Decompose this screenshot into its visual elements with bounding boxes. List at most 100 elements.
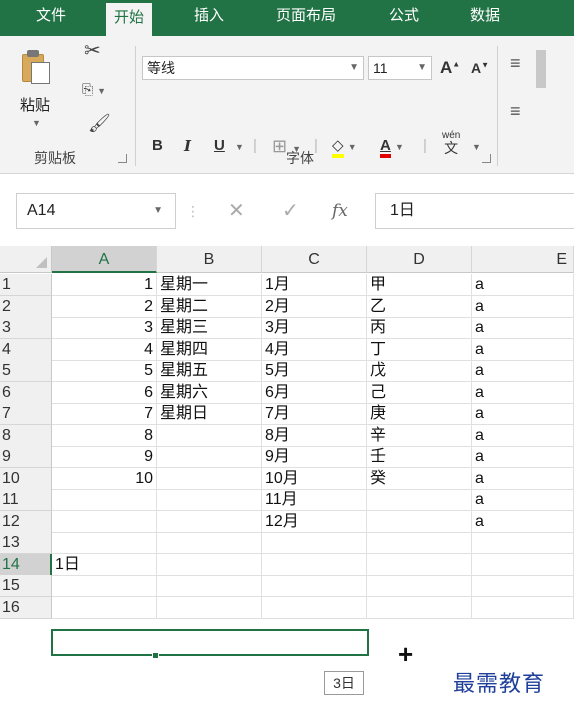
format-painter-icon[interactable]: 🖌 <box>88 114 111 132</box>
row-header[interactable]: 10 <box>0 467 52 490</box>
cell-d5[interactable]: 戊 <box>367 360 472 382</box>
cell-a3[interactable]: 3 <box>52 317 157 339</box>
select-all-corner[interactable] <box>0 246 52 273</box>
cell-b4[interactable]: 星期四 <box>157 338 262 361</box>
phonetic-dropdown-icon[interactable]: ▼ <box>472 136 481 157</box>
cell-a13[interactable] <box>52 532 157 554</box>
cell-c3[interactable]: 3月 <box>262 317 367 339</box>
italic-button[interactable]: I <box>184 136 191 156</box>
cell-c15[interactable] <box>262 575 367 597</box>
cell-d11[interactable] <box>367 489 472 511</box>
cell-d2[interactable]: 乙 <box>367 295 472 318</box>
cell-c12[interactable]: 12月 <box>262 510 367 533</box>
cell-b12[interactable] <box>157 510 262 533</box>
cell-e16[interactable] <box>472 596 574 619</box>
cell-e3[interactable]: a <box>472 317 574 339</box>
grow-font-button[interactable]: A▲ <box>440 58 460 78</box>
cell-b16[interactable] <box>157 596 262 619</box>
cell-c8[interactable]: 8月 <box>262 424 367 447</box>
formula-input[interactable]: 1日 <box>375 193 574 229</box>
cell-c13[interactable] <box>262 532 367 554</box>
cell-e11[interactable]: a <box>472 489 574 511</box>
cell-d7[interactable]: 庚 <box>367 403 472 425</box>
paste-icon[interactable] <box>22 48 50 84</box>
cell-b2[interactable]: 星期二 <box>157 295 262 318</box>
cell-b3[interactable]: 星期三 <box>157 317 262 339</box>
cell-e7[interactable]: a <box>472 403 574 425</box>
column-header-c[interactable]: C <box>262 246 367 273</box>
cell-e2[interactable]: a <box>472 295 574 318</box>
cell-b7[interactable]: 星期日 <box>157 403 262 425</box>
font-size-combo[interactable]: 11 ▼ <box>368 56 432 80</box>
row-header[interactable]: 9 <box>0 446 52 468</box>
row-header[interactable]: 15 <box>0 575 52 597</box>
cell-a6[interactable]: 6 <box>52 381 157 404</box>
column-header-b[interactable]: B <box>157 246 262 273</box>
cell-d15[interactable] <box>367 575 472 597</box>
cell-c5[interactable]: 5月 <box>262 360 367 382</box>
row-header[interactable]: 7 <box>0 403 52 425</box>
cell-b14[interactable] <box>157 553 262 576</box>
cell-e9[interactable]: a <box>472 446 574 468</box>
cell-d12[interactable] <box>367 510 472 533</box>
cell-c11[interactable]: 11月 <box>262 489 367 511</box>
cell-b1[interactable]: 星期一 <box>157 274 262 296</box>
row-header[interactable]: 2 <box>0 295 52 318</box>
cell-c4[interactable]: 4月 <box>262 338 367 361</box>
row-header[interactable]: 1 <box>0 274 52 296</box>
cell-e1[interactable]: a <box>472 274 574 296</box>
cell-d6[interactable]: 己 <box>367 381 472 404</box>
tab-insert[interactable]: 插入 <box>190 0 228 36</box>
cell-c1[interactable]: 1月 <box>262 274 367 296</box>
cell-b15[interactable] <box>157 575 262 597</box>
cell-d16[interactable] <box>367 596 472 619</box>
insert-function-icon[interactable]: fx <box>332 196 348 226</box>
column-header-d[interactable]: D <box>367 246 472 273</box>
cell-d3[interactable]: 丙 <box>367 317 472 339</box>
font-color-button[interactable]: A ▼ <box>380 136 404 158</box>
paste-dropdown-icon[interactable]: ▼ <box>32 118 41 128</box>
cell-b9[interactable] <box>157 446 262 468</box>
cell-e13[interactable] <box>472 532 574 554</box>
cell-b5[interactable]: 星期五 <box>157 360 262 382</box>
row-header[interactable]: 8 <box>0 424 52 447</box>
tab-file[interactable]: 文件 <box>32 0 70 36</box>
cell-b6[interactable]: 星期六 <box>157 381 262 404</box>
align-left-icon[interactable]: ≡ <box>510 102 521 120</box>
cell-a10[interactable]: 10 <box>52 467 157 490</box>
cell-a14[interactable]: 1日 <box>52 553 157 576</box>
cell-d4[interactable]: 丁 <box>367 338 472 361</box>
cell-b13[interactable] <box>157 532 262 554</box>
phonetic-guide-button[interactable]: wén 文 <box>442 130 460 155</box>
cell-a16[interactable] <box>52 596 157 619</box>
cell-d13[interactable] <box>367 532 472 554</box>
row-header[interactable]: 12 <box>0 510 52 533</box>
cell-e5[interactable]: a <box>472 360 574 382</box>
font-name-combo[interactable]: 等线 ▼ <box>142 56 364 80</box>
cell-a15[interactable] <box>52 575 157 597</box>
cell-d14[interactable] <box>367 553 472 576</box>
cell-a8[interactable]: 8 <box>52 424 157 447</box>
underline-dropdown-icon[interactable]: ▼ <box>235 136 244 157</box>
cell-a5[interactable]: 5 <box>52 360 157 382</box>
enter-icon[interactable]: ✓ <box>282 196 299 226</box>
column-header-e[interactable]: E <box>472 246 574 273</box>
cell-a1[interactable]: 1 <box>52 274 157 296</box>
name-box[interactable]: A14 ▼ <box>16 193 176 229</box>
bold-button[interactable]: B <box>152 136 163 156</box>
cell-e4[interactable]: a <box>472 338 574 361</box>
tab-home[interactable]: 开始 <box>106 0 153 36</box>
fill-color-button[interactable]: ◇ ▼ <box>332 136 357 158</box>
row-header[interactable]: 13 <box>0 532 52 554</box>
cell-e10[interactable]: a <box>472 467 574 490</box>
font-launcher-icon[interactable] <box>482 154 491 163</box>
cell-c14[interactable] <box>262 553 367 576</box>
row-header[interactable]: 3 <box>0 317 52 339</box>
cell-e14[interactable] <box>472 553 574 576</box>
cell-c7[interactable]: 7月 <box>262 403 367 425</box>
row-header[interactable]: 11 <box>0 489 52 511</box>
cell-a7[interactable]: 7 <box>52 403 157 425</box>
cell-a12[interactable] <box>52 510 157 533</box>
align-top-icon[interactable]: ≡ <box>510 54 521 72</box>
font-size-dropdown-icon[interactable]: ▼ <box>417 57 427 79</box>
